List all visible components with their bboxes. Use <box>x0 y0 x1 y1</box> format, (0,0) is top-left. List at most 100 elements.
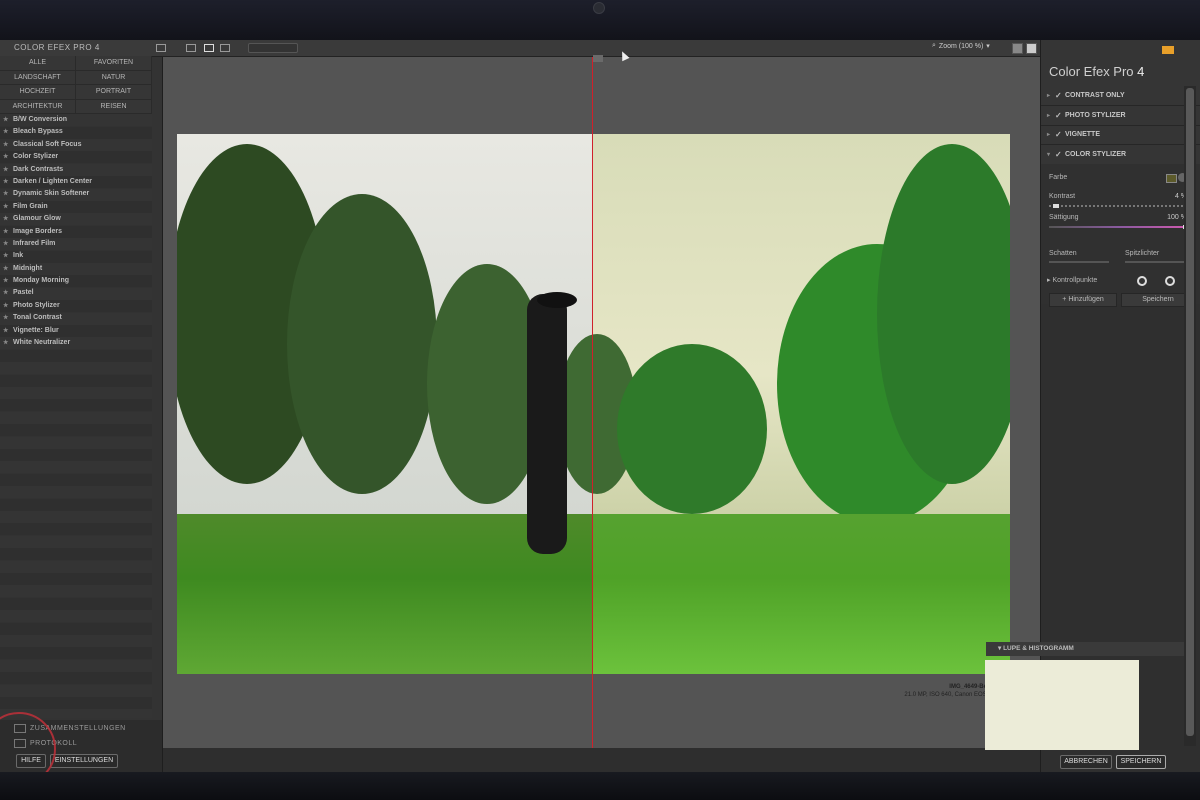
kontrast-slider-thumb[interactable] <box>1053 204 1059 208</box>
chevron-down-icon[interactable]: ▾ <box>1047 151 1055 158</box>
checkmark-icon[interactable]: ✓ <box>1055 130 1065 139</box>
settings-button[interactable]: EINSTELLUNGEN <box>50 754 118 768</box>
filter-item[interactable]: ★ Bleach Bypass <box>0 126 152 138</box>
filter-label: Midnight <box>13 264 43 272</box>
stack-item-photo-stylizer[interactable]: ▸✓PHOTO STYLIZER≡ ✕ <box>1041 105 1200 126</box>
category-architektur[interactable]: ARCHITEKTUR <box>0 99 76 114</box>
filter-item[interactable]: ★ Pastel <box>0 287 152 299</box>
filter-item[interactable]: ★ Image Borders <box>0 226 152 238</box>
star-icon[interactable]: ★ <box>3 275 8 287</box>
filter-item[interactable]: ★ Glamour Glow <box>0 213 152 225</box>
filter-item[interactable]: ★ White Neutralizer <box>0 337 152 349</box>
control-point-negative-icon[interactable] <box>1165 276 1175 286</box>
filter-item[interactable]: ★ Photo Stylizer <box>0 300 152 312</box>
spitzlichter-label: Spitzlichter <box>1125 250 1160 257</box>
star-icon[interactable]: ★ <box>3 151 8 163</box>
filter-item[interactable]: ★ Midnight <box>0 263 152 275</box>
star-icon[interactable]: ★ <box>3 114 8 126</box>
filter-item[interactable]: ★ Color Stylizer <box>0 151 152 163</box>
checkmark-icon[interactable]: ✓ <box>1055 150 1065 159</box>
app-window: COLOR EFEX PRO 4 ALLE FAVORITEN LANDSCHA… <box>0 40 1200 772</box>
checkmark-icon[interactable]: ✓ <box>1055 91 1065 100</box>
preview-canvas[interactable]: IMG_4649-Bearbeitet.tif 21.0 MP, ISO 640… <box>163 57 1040 748</box>
star-icon[interactable]: ★ <box>3 337 8 349</box>
side-by-side-icon[interactable] <box>220 44 230 52</box>
right-panel-scrollbar[interactable] <box>1184 86 1196 746</box>
kontrast-slider[interactable] <box>1049 205 1189 207</box>
background-toggle-icon[interactable] <box>1012 43 1023 54</box>
stack-item-contrast-only[interactable]: ▸✓CONTRAST ONLY≡ ✕ <box>1041 86 1200 106</box>
spitzlichter-slider[interactable] <box>1125 261 1187 263</box>
stack-item-vignette[interactable]: ▸✓VIGNETTE≡ ✕ <box>1041 125 1200 146</box>
star-icon[interactable]: ★ <box>3 263 8 275</box>
chevron-right-icon[interactable]: ▸ <box>1047 92 1055 99</box>
category-favoriten[interactable]: FAVORITEN <box>76 56 152 71</box>
star-icon[interactable]: ★ <box>3 226 8 238</box>
control-point-positive-icon[interactable] <box>1137 276 1147 286</box>
filter-label: Monday Morning <box>13 277 69 285</box>
category-reisen[interactable]: REISEN <box>76 99 152 114</box>
filter-label: Pastel <box>13 289 34 297</box>
filter-label: Photo Stylizer <box>13 301 60 309</box>
star-icon[interactable]: ★ <box>3 201 8 213</box>
category-landschaft[interactable]: LANDSCHAFT <box>0 70 76 85</box>
star-icon[interactable]: ★ <box>3 213 8 225</box>
image-frame <box>177 134 1010 674</box>
split-view-icon[interactable] <box>204 44 214 52</box>
split-divider-line[interactable] <box>592 57 593 748</box>
filter-item[interactable]: ★ Ink <box>0 250 152 262</box>
filter-item[interactable]: ★ Monday Morning <box>0 275 152 287</box>
single-view-icon[interactable] <box>186 44 196 52</box>
saettigung-slider[interactable] <box>1049 226 1189 228</box>
add-filter-button[interactable]: + Hinzufügen <box>1049 293 1117 307</box>
star-icon[interactable]: ★ <box>3 176 8 188</box>
chevron-right-icon[interactable]: ▸ <box>1047 131 1055 138</box>
chevron-right-icon[interactable]: ▸ <box>1047 112 1055 119</box>
category-hochzeit[interactable]: HOCHZEIT <box>0 85 76 100</box>
filter-item[interactable]: ★ B/W Conversion <box>0 114 152 126</box>
category-alle[interactable]: ALLE <box>0 56 76 71</box>
filter-label: Glamour Glow <box>13 215 61 223</box>
zoom-dropdown[interactable]: ⌕ Zoom (100 %) ▾ <box>932 42 990 50</box>
background-toggle-light-icon[interactable] <box>1026 43 1037 54</box>
filter-label: Ink <box>13 252 24 260</box>
webcam-icon <box>593 2 605 14</box>
cancel-button[interactable]: ABBRECHEN <box>1060 755 1112 769</box>
star-icon[interactable]: ★ <box>3 126 8 138</box>
filter-item[interactable]: ★ Film Grain <box>0 201 152 213</box>
stack-item-label: CONTRAST ONLY <box>1065 91 1125 99</box>
star-icon[interactable]: ★ <box>3 139 8 151</box>
stack-item-color-stylizer[interactable]: ▾✓COLOR STYLIZER≡ ✕ <box>1041 145 1200 166</box>
panel-toggle-icon[interactable] <box>156 44 166 52</box>
category-portrait[interactable]: PORTRAIT <box>76 85 152 100</box>
color-swatch[interactable] <box>1166 174 1177 183</box>
filter-label: Bleach Bypass <box>13 128 63 136</box>
star-icon[interactable]: ★ <box>3 300 8 312</box>
star-icon[interactable]: ★ <box>3 250 8 262</box>
split-divider-handle[interactable] <box>593 55 603 62</box>
star-icon[interactable]: ★ <box>3 188 8 200</box>
checkmark-icon[interactable]: ✓ <box>1055 111 1065 120</box>
star-icon[interactable]: ★ <box>3 312 8 324</box>
histogram-header[interactable]: ▾ LUPE & HISTOGRAMM <box>986 642 1184 656</box>
schatten-slider[interactable] <box>1049 261 1109 263</box>
filter-item[interactable]: ★ Dynamic Skin Softener <box>0 188 152 200</box>
scrollbar-thumb[interactable] <box>1186 88 1194 736</box>
preview-image <box>177 134 1010 674</box>
laptop-bezel-bottom <box>0 772 1200 800</box>
star-icon[interactable]: ★ <box>3 325 8 337</box>
add-filter-label: Hinzufügen <box>1068 296 1104 303</box>
filter-item[interactable]: ★ Infrared Film <box>0 238 152 250</box>
compare-field[interactable] <box>248 43 298 53</box>
filter-item[interactable]: ★ Dark Contrasts <box>0 164 152 176</box>
filter-item[interactable]: ★ Classical Soft Focus <box>0 139 152 151</box>
kontrollpunkte-toggle[interactable]: ▸ Kontrollpunkte <box>1047 276 1097 284</box>
save-button[interactable]: SPEICHERN <box>1116 755 1166 769</box>
filter-item[interactable]: ★ Vignette: Blur <box>0 325 152 337</box>
star-icon[interactable]: ★ <box>3 238 8 250</box>
star-icon[interactable]: ★ <box>3 287 8 299</box>
filter-item[interactable]: ★ Tonal Contrast <box>0 312 152 324</box>
category-natur[interactable]: NATUR <box>76 70 152 85</box>
filter-item[interactable]: ★ Darken / Lighten Center <box>0 176 152 188</box>
star-icon[interactable]: ★ <box>3 164 8 176</box>
